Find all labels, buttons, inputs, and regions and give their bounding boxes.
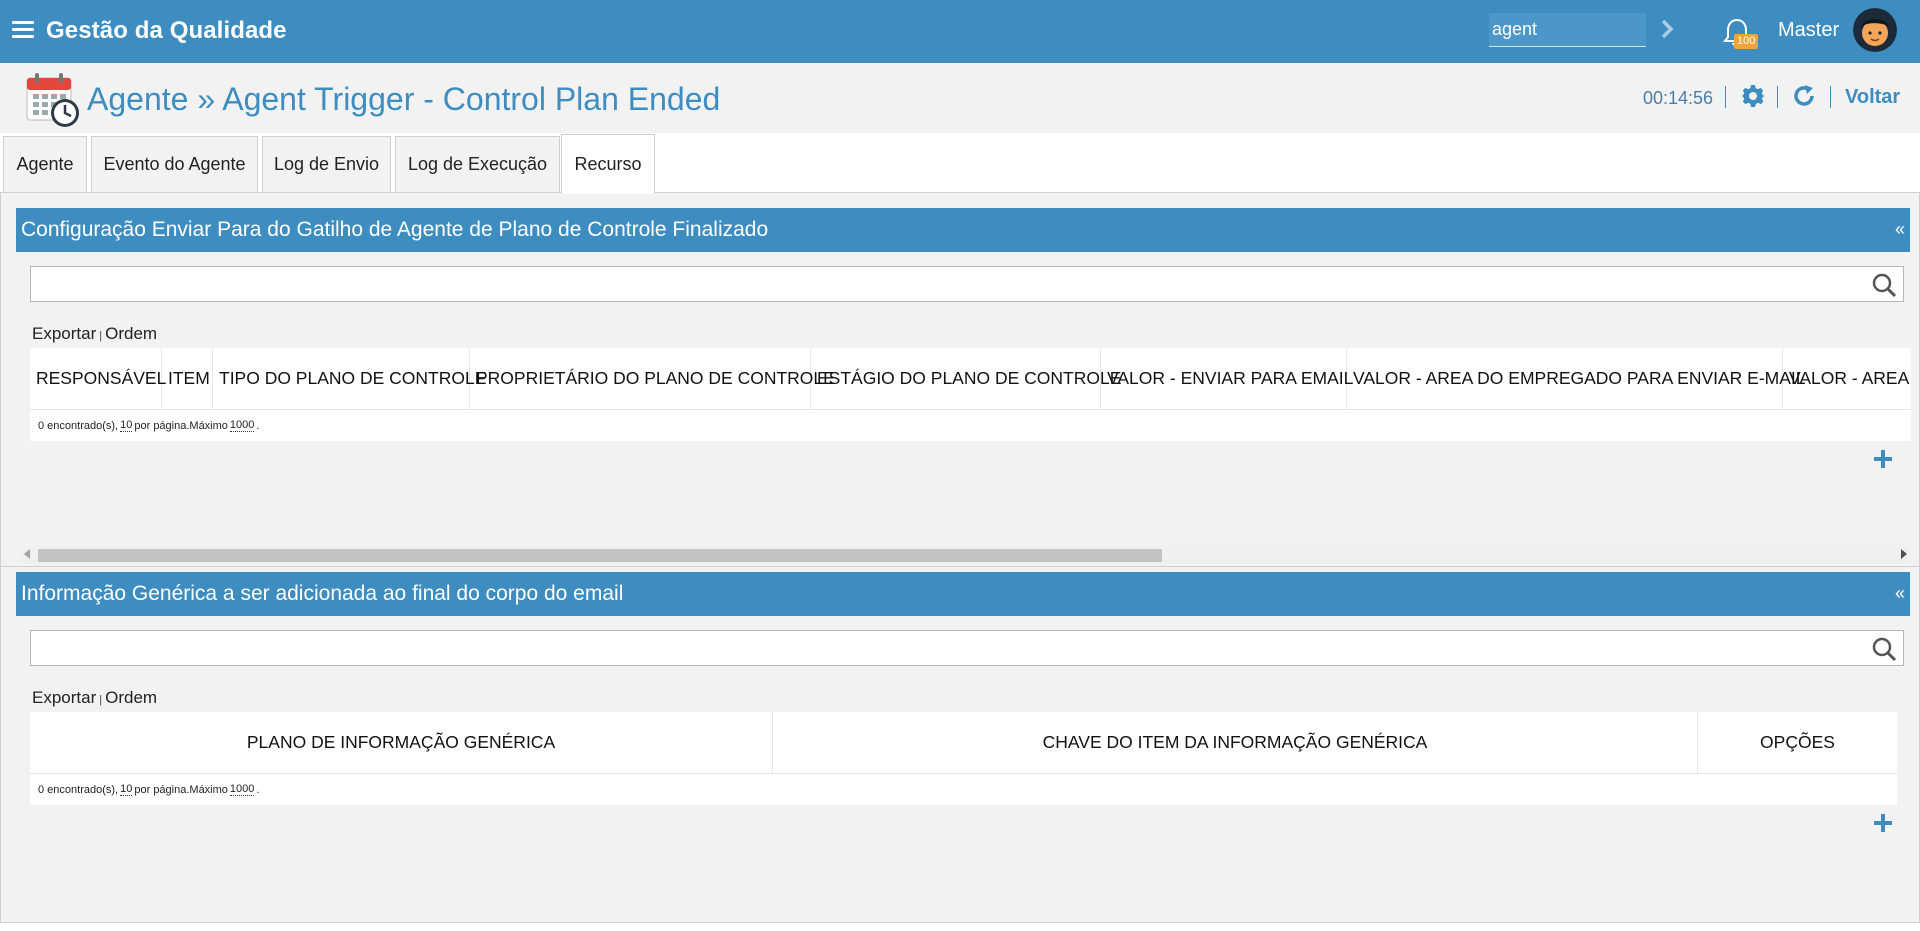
panel-title: Informação Genérica a ser adicionada ao … xyxy=(21,582,624,605)
filter-field xyxy=(30,630,1904,666)
grid-footer: 0 encontrado(s), 10 por página.Máximo 10… xyxy=(30,774,1897,805)
tab-bar: Agente Evento do Agente Log de Envio Log… xyxy=(0,133,1920,194)
record-count: 0 encontrado(s), xyxy=(38,419,119,432)
column-header[interactable]: ITEM xyxy=(162,348,213,409)
column-header[interactable]: VALOR - AREA DO EMPREGADO PARA ENVIAR E-… xyxy=(1347,348,1806,409)
panel-header-send-to: Configuração Enviar Para do Gatilho de A… xyxy=(16,208,1910,252)
export-link[interactable]: Exportar xyxy=(32,324,96,343)
top-search-input[interactable] xyxy=(1489,13,1646,47)
grid-generic-info: PLANO DE INFORMAÇÃO GENÉRICA CHAVE DO IT… xyxy=(30,712,1897,805)
panel-header-generic-info: Informação Genérica a ser adicionada ao … xyxy=(16,572,1910,616)
scroll-left-arrow[interactable] xyxy=(24,549,30,559)
scrollbar-thumb[interactable] xyxy=(38,549,1162,562)
divider xyxy=(1777,86,1778,108)
divider: | xyxy=(99,694,103,706)
refresh-icon[interactable] xyxy=(1792,84,1816,108)
app-title: Gestão da Qualidade xyxy=(46,17,287,44)
column-header[interactable]: PLANO DE INFORMAÇÃO GENÉRICA xyxy=(30,712,773,773)
calendar-clock-icon xyxy=(26,73,79,127)
tab-agente[interactable]: Agente xyxy=(3,136,87,193)
grid-header: PLANO DE INFORMAÇÃO GENÉRICA CHAVE DO IT… xyxy=(30,712,1897,774)
tab-log-de-execucao[interactable]: Log de Execução xyxy=(395,136,560,193)
max-records-link[interactable]: 1000 xyxy=(229,783,255,796)
grid-toolbar: Exportar | Ordem xyxy=(32,688,157,708)
horizontal-scrollbar[interactable] xyxy=(20,546,1911,564)
order-link[interactable]: Ordem xyxy=(105,324,157,343)
grid-footer: 0 encontrado(s), 10 por página.Máximo 10… xyxy=(30,410,1911,441)
search-input[interactable] xyxy=(31,631,1903,665)
column-header[interactable]: TIPO DO PLANO DE CONTROLE xyxy=(213,348,486,409)
column-header[interactable]: RESPONSÁVEL xyxy=(30,348,166,409)
back-link[interactable]: Voltar xyxy=(1845,86,1900,109)
page-size-link[interactable]: 10 xyxy=(120,419,133,432)
export-link[interactable]: Exportar xyxy=(32,688,96,707)
top-bar: Gestão da Qualidade 100 Master xyxy=(0,0,1920,63)
menu-icon[interactable] xyxy=(12,21,34,39)
column-header[interactable]: VALOR - AREA D xyxy=(1783,348,1911,409)
grid-toolbar: Exportar | Ordem xyxy=(32,324,157,344)
avatar[interactable] xyxy=(1853,8,1897,52)
page-size-label: por página.Máximo xyxy=(134,419,228,432)
footer-suffix: . xyxy=(256,783,260,796)
filter-field xyxy=(30,266,1904,302)
tab-log-de-envio[interactable]: Log de Envio xyxy=(262,136,391,193)
session-timer: 00:14:56 xyxy=(1643,88,1714,108)
panel-title: Configuração Enviar Para do Gatilho de A… xyxy=(21,218,769,241)
order-link[interactable]: Ordem xyxy=(105,688,157,707)
divider xyxy=(1,566,1919,567)
chevron-right-icon[interactable] xyxy=(1658,17,1678,41)
page-size-label: por página.Máximo xyxy=(134,783,228,796)
divider xyxy=(1830,86,1831,108)
column-header[interactable]: VALOR - ENVIAR PARA EMAIL xyxy=(1101,348,1353,409)
collapse-button[interactable]: « xyxy=(1895,219,1905,240)
search-icon[interactable] xyxy=(1871,636,1897,662)
search-input[interactable] xyxy=(31,267,1903,301)
page-size-link[interactable]: 10 xyxy=(120,783,133,796)
grid-header: RESPONSÁVEL ITEM TIPO DO PLANO DE CONTRO… xyxy=(30,348,1911,410)
max-records-link[interactable]: 1000 xyxy=(229,419,255,432)
user-name[interactable]: Master xyxy=(1778,19,1839,42)
tab-evento-do-agente[interactable]: Evento do Agente xyxy=(91,136,258,193)
column-header[interactable]: PROPRIETÁRIO DO PLANO DE CONTROLE xyxy=(470,348,835,409)
record-count: 0 encontrado(s), xyxy=(38,783,119,796)
grid-send-to: RESPONSÁVEL ITEM TIPO DO PLANO DE CONTRO… xyxy=(30,348,1911,441)
plus-icon[interactable] xyxy=(1872,812,1894,834)
plus-icon[interactable] xyxy=(1872,448,1894,470)
column-header[interactable]: CHAVE DO ITEM DA INFORMAÇÃO GENÉRICA xyxy=(773,712,1698,773)
divider: | xyxy=(99,330,103,342)
content-area: Configuração Enviar Para do Gatilho de A… xyxy=(0,193,1920,923)
gear-icon[interactable] xyxy=(1741,84,1765,108)
divider xyxy=(1725,86,1726,108)
page-title: Agente » Agent Trigger - Control Plan En… xyxy=(87,81,721,117)
notification-badge: 100 xyxy=(1734,34,1759,49)
column-header[interactable]: OPÇÕES xyxy=(1698,712,1897,773)
scroll-right-arrow[interactable] xyxy=(1901,549,1907,559)
footer-suffix: . xyxy=(256,419,260,432)
search-icon[interactable] xyxy=(1871,272,1897,298)
page-header: Agente » Agent Trigger - Control Plan En… xyxy=(0,63,1920,133)
tab-recurso[interactable]: Recurso xyxy=(561,134,655,194)
column-header[interactable]: ESTÁGIO DO PLANO DE CONTROLE xyxy=(811,348,1121,409)
collapse-button[interactable]: « xyxy=(1895,583,1905,604)
